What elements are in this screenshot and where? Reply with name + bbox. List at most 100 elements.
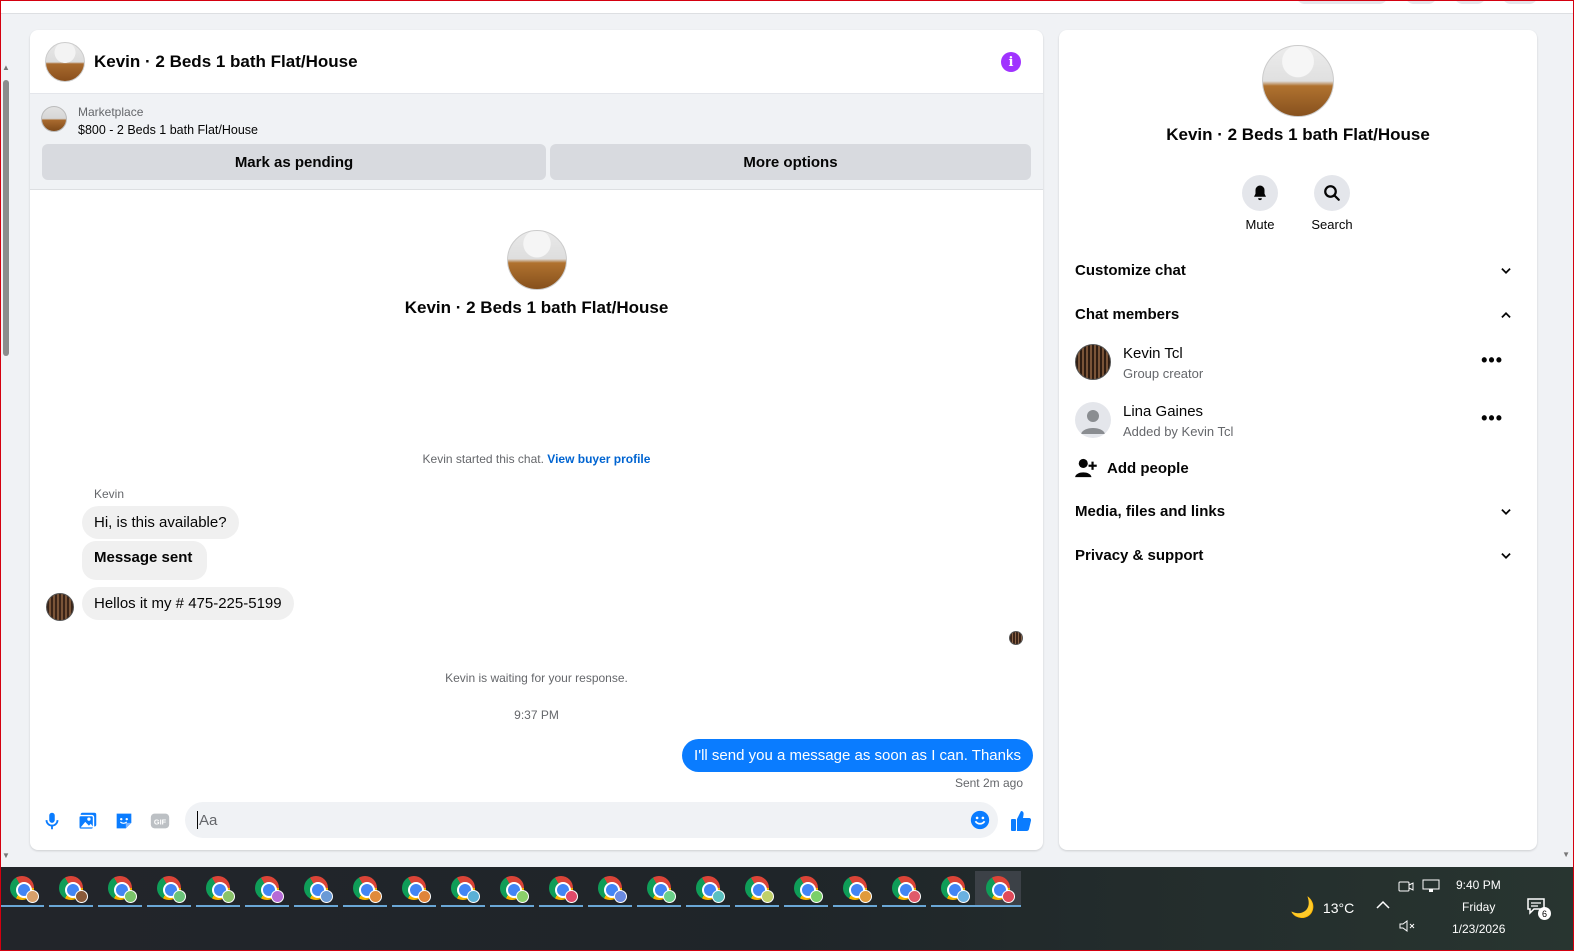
message-bubble[interactable]: Hi, is this available?: [82, 506, 239, 539]
chrome-icon: [304, 876, 333, 903]
search-button[interactable]: Search: [1302, 175, 1362, 232]
media-files-links-label: Media, files and links: [1075, 502, 1226, 520]
clock-day[interactable]: Friday: [1462, 900, 1495, 914]
sender-name: Kevin: [94, 487, 125, 501]
mute-label: Mute: [1245, 217, 1275, 232]
sticker-icon[interactable]: [113, 810, 135, 832]
taskbar-chrome-button[interactable]: [588, 871, 632, 907]
member-name[interactable]: Lina Gaines: [1123, 403, 1203, 420]
chrome-icon: [10, 876, 39, 903]
chrome-icon: [843, 876, 872, 903]
scroll-up-icon[interactable]: ▲: [2, 64, 10, 72]
more-options-button[interactable]: More options: [550, 144, 1031, 180]
taskbar-chrome-button[interactable]: [49, 871, 93, 907]
message-bubble[interactable]: Message sent: [82, 541, 208, 580]
chat-title[interactable]: Kevin · 2 Beds 1 bath Flat/House: [94, 52, 358, 72]
chat-avatar[interactable]: [45, 41, 85, 82]
top-icon[interactable]: [1405, 0, 1437, 4]
gif-icon[interactable]: GIF: [149, 810, 171, 832]
taskbar-chrome-button[interactable]: [784, 871, 828, 907]
taskbar-chrome-button[interactable]: [441, 871, 485, 907]
chat-header: Kevin · 2 Beds 1 bath Flat/House i: [30, 30, 1043, 94]
privacy-support-row[interactable]: Privacy & support: [1075, 539, 1521, 571]
chrome-icon: [794, 876, 823, 903]
photo-icon[interactable]: [77, 810, 99, 832]
listing-thumbnail[interactable]: [41, 106, 67, 132]
member-row[interactable]: Lina Gaines Added by Kevin Tcl •••: [1075, 398, 1521, 442]
profile-avatar[interactable]: [1502, 0, 1538, 4]
camera-icon[interactable]: [1398, 879, 1414, 893]
taskbar-chrome-button[interactable]: [490, 871, 534, 907]
taskbar-chrome-button[interactable]: [343, 871, 387, 907]
mute-button[interactable]: Mute: [1230, 175, 1290, 232]
marketplace-bar: Marketplace $800 - 2 Beds 1 bath Flat/Ho…: [30, 94, 1043, 190]
clock-time[interactable]: 9:40 PM: [1456, 878, 1501, 892]
network-icon[interactable]: [1422, 879, 1440, 893]
top-icon[interactable]: [1454, 0, 1486, 4]
taskbar-chrome-button[interactable]: [931, 871, 975, 907]
taskbar-chrome-button[interactable]: [637, 871, 681, 907]
message-input[interactable]: Aa: [185, 802, 998, 838]
taskbar-chrome-button[interactable]: [833, 871, 877, 907]
chevron-up-icon[interactable]: [1376, 900, 1390, 910]
member-avatar[interactable]: [1075, 344, 1111, 380]
add-people-label: Add people: [1107, 459, 1189, 477]
info-icon[interactable]: i: [1001, 52, 1021, 72]
search-icon: [1324, 185, 1340, 201]
chrome-icon: [549, 876, 578, 903]
listing-title[interactable]: $800 - 2 Beds 1 bath Flat/House: [78, 123, 258, 137]
taskbar-chrome-button[interactable]: [196, 871, 240, 907]
top-button[interactable]: [1296, 0, 1388, 4]
chrome-icon: [941, 876, 970, 903]
member-avatar[interactable]: [1075, 402, 1111, 438]
chat-started-text: Kevin started this chat.: [422, 452, 544, 466]
privacy-support-label: Privacy & support: [1075, 546, 1204, 564]
scroll-down-icon[interactable]: ▼: [2, 852, 10, 860]
message-bubble[interactable]: Hellos it my # 475-225-5199: [82, 587, 294, 620]
member-row[interactable]: Kevin Tcl Group creator •••: [1075, 340, 1521, 384]
taskbar-chrome-button[interactable]: [735, 871, 779, 907]
taskbar-chrome-button[interactable]: [0, 871, 44, 907]
customize-chat-row[interactable]: Customize chat: [1075, 254, 1521, 286]
chat-panel: Kevin · 2 Beds 1 bath Flat/House i Marke…: [30, 30, 1043, 850]
taskbar-chrome-button[interactable]: [294, 871, 338, 907]
view-buyer-profile-link[interactable]: View buyer profile: [547, 452, 650, 466]
moon-icon: 🌙: [1290, 897, 1315, 919]
search-circle[interactable]: [1314, 175, 1350, 211]
weather-widget[interactable]: 🌙 13°C: [1290, 895, 1354, 920]
clock-date[interactable]: 1/23/2026: [1452, 922, 1505, 936]
like-icon[interactable]: [1009, 809, 1033, 833]
scroll-thumb[interactable]: [3, 80, 9, 356]
sender-avatar[interactable]: [46, 593, 74, 621]
media-files-links-row[interactable]: Media, files and links: [1075, 495, 1521, 527]
intro-avatar: [507, 230, 567, 290]
emoji-icon[interactable]: [970, 810, 990, 830]
add-people-button[interactable]: Add people: [1075, 455, 1189, 481]
taskbar-chrome-button[interactable]: [539, 871, 583, 907]
mark-as-pending-button[interactable]: Mark as pending: [42, 144, 546, 180]
more-options-icon[interactable]: •••: [1481, 350, 1503, 371]
page-scrollbar[interactable]: ▲ ▼: [2, 64, 10, 864]
taskbar: 🌙 13°C 9:40 PM Friday 1/23/2026 6: [0, 867, 1574, 951]
scroll-down-icon[interactable]: ▼: [1562, 850, 1570, 859]
taskbar-chrome-button[interactable]: [147, 871, 191, 907]
member-name[interactable]: Kevin Tcl: [1123, 345, 1183, 362]
text-caret: [197, 811, 198, 829]
taskbar-chrome-button[interactable]: [882, 871, 926, 907]
taskbar-chrome-button[interactable]: [686, 871, 730, 907]
taskbar-chrome-button-active[interactable]: [975, 871, 1021, 907]
volume-muted-icon[interactable]: [1398, 919, 1416, 933]
chevron-down-icon: [1501, 268, 1511, 274]
mute-circle[interactable]: [1242, 175, 1278, 211]
microphone-icon[interactable]: [41, 810, 63, 832]
taskbar-chrome-button[interactable]: [392, 871, 436, 907]
outgoing-message-bubble[interactable]: I'll send you a message as soon as I can…: [682, 739, 1033, 772]
chat-members-row[interactable]: Chat members: [1075, 298, 1521, 330]
default-avatar-icon: [1081, 410, 1105, 434]
taskbar-chrome-button[interactable]: [98, 871, 142, 907]
chrome-icon: [745, 876, 774, 903]
taskbar-chrome-button[interactable]: [245, 871, 289, 907]
info-avatar[interactable]: [1262, 45, 1334, 117]
more-options-icon[interactable]: •••: [1481, 408, 1503, 429]
sent-status: Sent 2m ago: [954, 776, 1023, 790]
